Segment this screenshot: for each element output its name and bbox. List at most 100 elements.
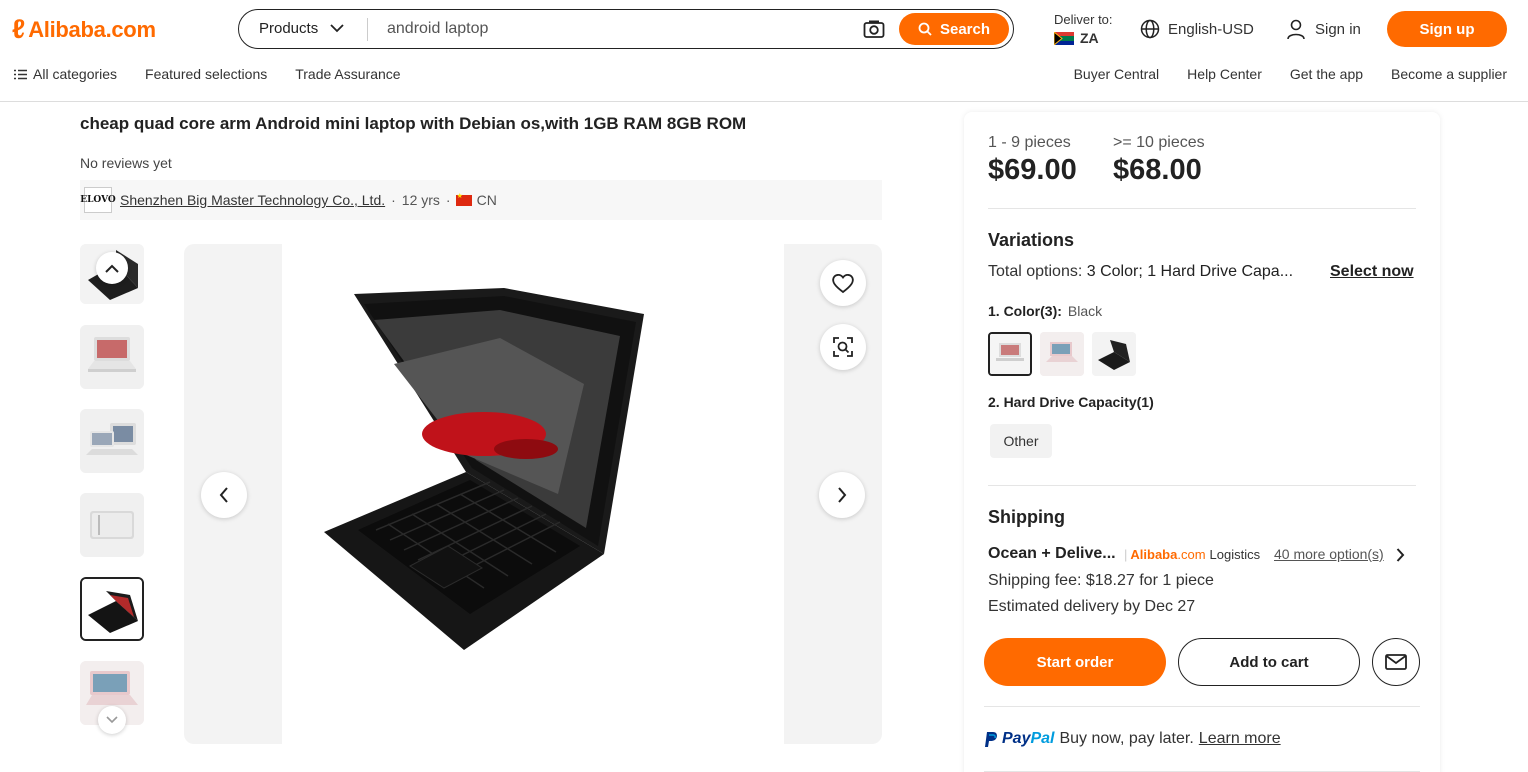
- paypal-icon: [985, 731, 997, 747]
- purchase-panel: 1 - 9 pieces $69.00 >= 10 pieces $68.00 …: [964, 112, 1440, 772]
- supplier-country: CN: [476, 192, 497, 208]
- favorite-button[interactable]: [820, 260, 866, 306]
- learn-more-link[interactable]: Learn more: [1199, 730, 1281, 748]
- search-button-label: Search: [939, 20, 991, 38]
- total-options: Total options: 3 Color; 1 Hard Drive Cap…: [988, 263, 1293, 281]
- camera-search-icon[interactable]: [863, 19, 885, 39]
- paypal-text: Buy now, pay later.: [1059, 730, 1194, 747]
- supplier-name-link[interactable]: Shenzhen Big Master Technology Co., Ltd.: [120, 192, 385, 208]
- tier-qty: >= 10 pieces: [1113, 134, 1205, 151]
- more-options-label: 40 more option(s): [1274, 546, 1384, 562]
- search-divider: [367, 18, 368, 41]
- color-selected-value: Black: [1067, 303, 1103, 319]
- supplier-logo: ELOVO: [80, 187, 116, 213]
- deliver-country: ZA: [1080, 30, 1099, 46]
- search-button[interactable]: Search: [899, 13, 1009, 45]
- za-flag-icon: [1054, 31, 1074, 45]
- search-bar: Products Search: [238, 9, 1014, 49]
- alibaba-logistics-badge: | Alibaba .com Logistics: [1124, 547, 1261, 562]
- swatch-image: [1040, 332, 1084, 376]
- image-search-icon: [833, 337, 853, 357]
- logistics-brand: Alibaba: [1130, 547, 1178, 562]
- divider: [988, 208, 1416, 209]
- alibaba-logo[interactable]: ℓ Alibaba.com: [12, 14, 156, 45]
- mail-icon: [1385, 654, 1407, 670]
- search-category-dropdown[interactable]: Products: [259, 20, 344, 37]
- laptop-thumb-image: [82, 579, 142, 639]
- add-to-cart-button[interactable]: Add to cart: [1178, 638, 1360, 686]
- nav-all-categories-label: All categories: [33, 66, 118, 82]
- total-options-prefix: Total options:: [988, 263, 1083, 280]
- separator-dot: ·: [391, 192, 396, 208]
- chevron-up-icon: [105, 264, 119, 273]
- previous-image-button[interactable]: [201, 472, 247, 518]
- thumbnail-scroll-down[interactable]: [98, 706, 126, 734]
- sign-in-link[interactable]: Sign in: [1286, 19, 1361, 40]
- alibaba-logo-icon: ℓ: [12, 14, 26, 44]
- thumbnail-3[interactable]: [80, 409, 144, 473]
- nav-become-supplier[interactable]: Become a supplier: [1391, 66, 1507, 82]
- thumbnail-4[interactable]: [80, 493, 144, 557]
- thumbnail-scroll-up[interactable]: [96, 252, 128, 284]
- nav-get-the-app[interactable]: Get the app: [1290, 66, 1363, 82]
- deliver-to[interactable]: Deliver to: ZA: [1054, 12, 1113, 46]
- color-swatch-3[interactable]: [1092, 332, 1136, 376]
- price-tier-1: 1 - 9 pieces $69.00: [988, 134, 1077, 187]
- separator-dot: ·: [445, 192, 451, 208]
- variations-title: Variations: [988, 230, 1075, 250]
- tier-qty: 1 - 9 pieces: [988, 134, 1071, 151]
- menu-icon: [14, 69, 27, 79]
- nav-left: All categories Featured selections Trade…: [14, 66, 429, 82]
- laptop-thumb-image: [80, 409, 144, 473]
- select-now-link[interactable]: Select now: [1330, 263, 1414, 281]
- nav-all-categories[interactable]: All categories: [14, 66, 117, 82]
- visual-search-button[interactable]: [820, 324, 866, 370]
- language-label: English-USD: [1168, 20, 1254, 38]
- paypal-wordmark-pal: Pal: [1030, 730, 1055, 747]
- product-title: cheap quad core arm Android mini laptop …: [80, 114, 747, 133]
- heart-icon: [832, 274, 854, 294]
- color-swatch-1-selected[interactable]: [988, 332, 1032, 376]
- tier-price: $68.00: [1113, 154, 1202, 186]
- sign-in-label: Sign in: [1315, 21, 1361, 38]
- next-image-button[interactable]: [819, 472, 865, 518]
- shipping-title: Shipping: [988, 507, 1065, 527]
- shipping-method: Ocean + Delive...: [988, 545, 1116, 562]
- more-shipping-options-link[interactable]: 40 more option(s): [1274, 546, 1405, 562]
- logo-text: Alibaba.com: [28, 16, 156, 42]
- supplier-bar: ELOVO Shenzhen Big Master Technology Co.…: [80, 180, 882, 220]
- sign-up-button[interactable]: Sign up: [1387, 11, 1507, 47]
- search-category-label: Products: [259, 20, 319, 37]
- cn-flag-icon: [455, 192, 472, 206]
- hdd-attr-label: 2. Hard Drive Capacity(1): [988, 394, 1154, 410]
- user-icon: [1287, 19, 1305, 40]
- estimated-delivery: Estimated delivery by Dec 27: [988, 598, 1196, 615]
- search-input[interactable]: [387, 16, 847, 42]
- start-order-button[interactable]: Start order: [984, 638, 1166, 686]
- paypal-wordmark: PayPal: [1002, 730, 1054, 748]
- chevron-left-icon: [219, 487, 228, 503]
- nav-right: Buyer Central Help Center Get the app Be…: [1046, 66, 1507, 82]
- price-tier-2: >= 10 pieces $68.00: [1113, 134, 1205, 187]
- message-supplier-button[interactable]: [1372, 638, 1420, 686]
- logistics-brand-com: .com: [1177, 547, 1206, 562]
- logistics-word: Logistics: [1209, 547, 1261, 562]
- laptop-main-image: [324, 288, 644, 650]
- thumbnail-2[interactable]: [80, 325, 144, 389]
- divider: [984, 706, 1420, 707]
- thumbnail-5-selected[interactable]: [80, 577, 144, 641]
- language-selector[interactable]: English-USD: [1140, 19, 1254, 39]
- shipping-fee: Shipping fee: $18.27 for 1 piece: [988, 572, 1214, 589]
- nav-featured-selections[interactable]: Featured selections: [145, 66, 267, 82]
- nav-trade-assurance[interactable]: Trade Assurance: [295, 66, 400, 82]
- hdd-option-other[interactable]: Other: [990, 424, 1052, 458]
- chevron-down-icon: [106, 716, 118, 724]
- nav-buyer-central[interactable]: Buyer Central: [1074, 66, 1160, 82]
- chevron-right-icon: [838, 487, 847, 503]
- chevron-down-icon: [330, 24, 344, 33]
- color-swatch-2[interactable]: [1040, 332, 1084, 376]
- supplier-years: 12 yrs: [401, 192, 440, 208]
- total-options-value: 3 Color; 1 Hard Drive Capa...: [1086, 263, 1294, 280]
- paypal-wordmark-pay: Pay: [1002, 730, 1031, 747]
- nav-help-center[interactable]: Help Center: [1187, 66, 1262, 82]
